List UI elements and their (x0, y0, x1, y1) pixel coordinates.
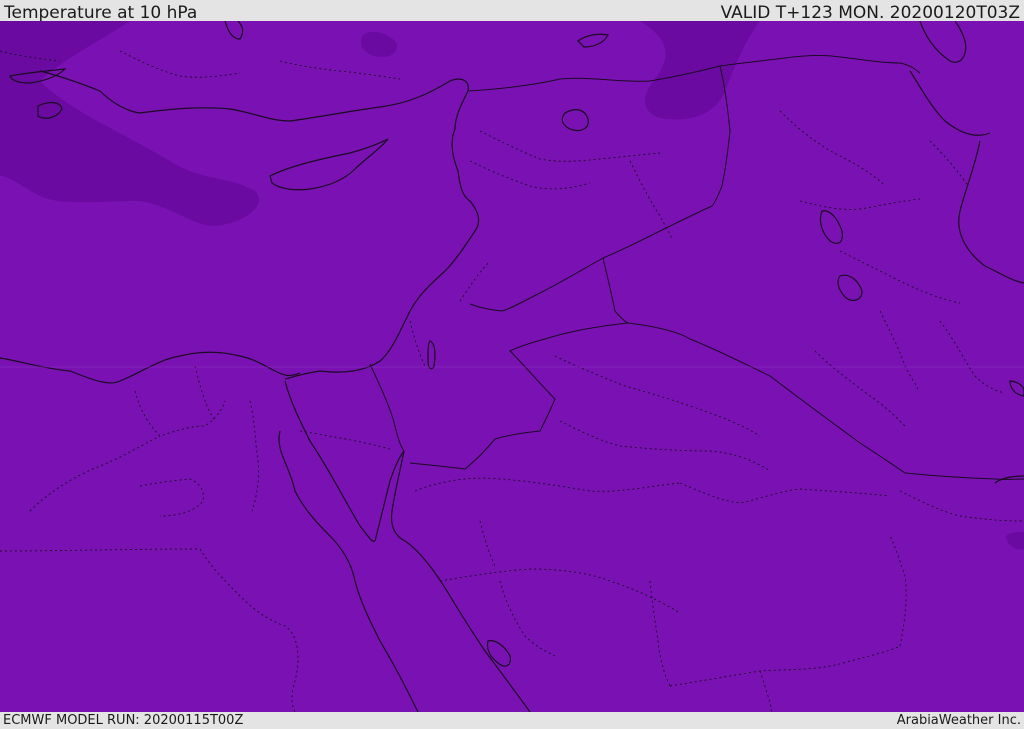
valid-time: VALID T+123 MON. 20200120T03Z (720, 3, 1020, 23)
footer-bar: ECMWF MODEL RUN: 20200115T00Z ArabiaWeat… (0, 712, 1024, 729)
map-canvas (0, 21, 1024, 712)
weather-map (0, 21, 1024, 712)
model-run: ECMWF MODEL RUN: 20200115T00Z (3, 713, 244, 728)
map-title: Temperature at 10 hPa (4, 3, 198, 23)
credit-label: ArabiaWeather Inc. (896, 713, 1021, 728)
header-bar: Temperature at 10 hPa VALID T+123 MON. 2… (0, 0, 1024, 23)
temperature-field (0, 21, 1024, 712)
